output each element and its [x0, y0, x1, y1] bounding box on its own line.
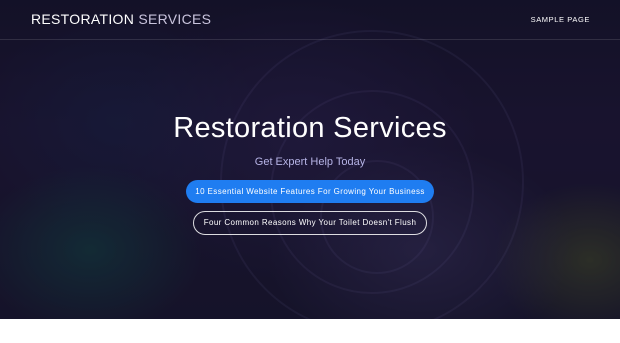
logo-light-text: SERVICES — [138, 11, 212, 27]
logo-bold-text: RESTORATION — [31, 11, 135, 27]
featured-post-button-primary[interactable]: 10 Essential Website Features For Growin… — [186, 180, 434, 203]
site-logo[interactable]: RESTORATION SERVICES — [31, 11, 211, 27]
hero-subtitle: Get Expert Help Today — [254, 156, 366, 168]
site-header: RESTORATION SERVICES SAMPLE PAGE — [0, 0, 620, 40]
hero-title: Restoration Services — [173, 112, 447, 144]
nav-sample-page-link[interactable]: SAMPLE PAGE — [531, 15, 590, 24]
hero-section: RESTORATION SERVICES SAMPLE PAGE Restora… — [0, 0, 620, 319]
featured-post-button-outline[interactable]: Four Common Reasons Why Your Toilet Does… — [193, 211, 427, 235]
page: RESTORATION SERVICES SAMPLE PAGE Restora… — [0, 0, 620, 343]
